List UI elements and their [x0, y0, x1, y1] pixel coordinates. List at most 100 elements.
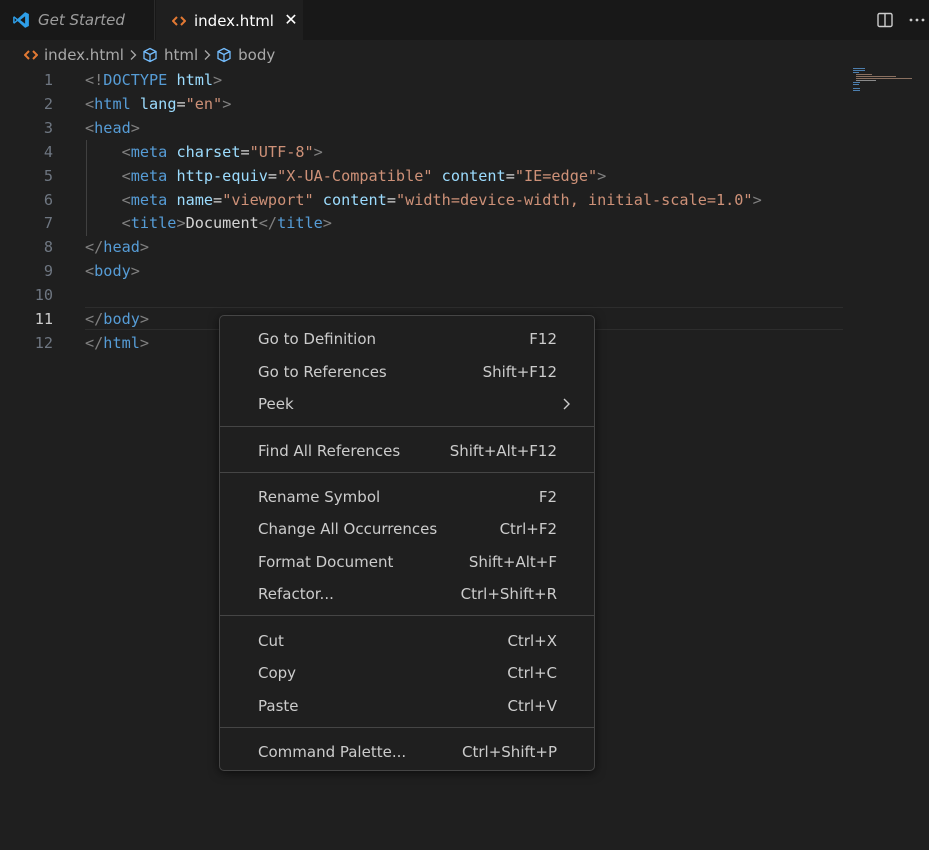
line-code: <meta http-equiv="X-UA-Compatible" conte…	[85, 164, 607, 188]
menu-item-refactor[interactable]: Refactor... Ctrl+Shift+R	[220, 580, 594, 608]
code-token: head	[103, 238, 140, 257]
minimap[interactable]	[852, 67, 912, 97]
code-line[interactable]: 9 <body>	[0, 259, 845, 283]
code-line[interactable]: 8 </head>	[0, 235, 845, 259]
code-token: meta	[130, 166, 168, 185]
menu-item-command-palette[interactable]: Command Palette... Ctrl+Shift+P	[220, 738, 594, 766]
line-code: </body>	[85, 307, 149, 331]
breadcrumb-item-file[interactable]: index.html	[24, 46, 124, 64]
code-token: content	[322, 190, 387, 209]
menu-item-shortcut: Ctrl+V	[507, 697, 557, 715]
code-token: "IE=edge"	[514, 166, 598, 185]
code-token: html	[103, 333, 140, 352]
line-number: 11	[34, 310, 53, 328]
code-line[interactable]: 7 <title>Document</title>	[0, 211, 845, 235]
menu-item-find-all-references[interactable]: Find All References Shift+Alt+F12	[220, 437, 594, 465]
menu-item-cut[interactable]: Cut Ctrl+X	[220, 627, 594, 655]
code-token: =	[386, 190, 396, 209]
menu-item-rename-symbol[interactable]: Rename Symbol F2	[220, 483, 594, 511]
code-token: "UTF-8"	[249, 142, 314, 161]
code-line[interactable]: 5 <meta http-equiv="X-UA-Compatible" con…	[0, 164, 845, 188]
code-line[interactable]: 10	[0, 283, 845, 307]
breadcrumb-item-body[interactable]: body	[216, 46, 275, 64]
code-line[interactable]: 1 <!DOCTYPE html>	[0, 68, 845, 92]
context-menu: Go to Definition F12 Go to References Shift…	[219, 315, 595, 771]
code-line[interactable]: 6 <meta name="viewport" content="width=d…	[0, 188, 845, 212]
code-token: >	[322, 214, 332, 233]
code-token: <	[121, 142, 131, 161]
breadcrumb-item-html[interactable]: html	[142, 46, 198, 64]
code-token: body	[94, 262, 131, 281]
line-number: 6	[43, 190, 53, 209]
breadcrumb-label: body	[238, 46, 276, 64]
line-code: <body>	[85, 259, 140, 283]
menu-item-label: Paste	[258, 697, 299, 715]
code-token: <	[121, 190, 131, 209]
code-token: title	[277, 214, 323, 233]
menu-item-label: Copy	[258, 664, 297, 682]
code-token: =	[505, 166, 515, 185]
code-token: content	[441, 166, 506, 185]
code-token: >	[139, 238, 150, 257]
chevron-right-icon	[561, 397, 571, 411]
code-token: >	[130, 118, 140, 137]
menu-item-copy[interactable]: Copy Ctrl+C	[220, 659, 594, 687]
code-token: "width=device-width, initial-scale=1.0"	[395, 190, 753, 209]
code-token: </	[85, 333, 104, 352]
menu-item-paste[interactable]: Paste Ctrl+V	[220, 692, 594, 720]
code-token: =	[213, 190, 223, 209]
code-token: =	[240, 142, 250, 161]
menu-separator	[220, 426, 594, 427]
code-token: "en"	[185, 94, 223, 113]
vscode-logo-icon	[12, 11, 30, 29]
symbol-cube-icon	[216, 47, 232, 63]
line-code: <meta name="viewport" content="width=dev…	[85, 188, 762, 212]
chevron-right-icon	[203, 49, 211, 61]
tab-label: index.html	[194, 11, 274, 30]
line-number: 5	[43, 166, 53, 185]
menu-item-label: Rename Symbol	[258, 488, 381, 506]
symbol-cube-icon	[142, 47, 158, 63]
line-number: 12	[34, 333, 53, 352]
code-token: html	[94, 94, 131, 113]
menu-item-peek[interactable]: Peek	[220, 390, 594, 418]
menu-item-go-to-references[interactable]: Go to References Shift+F12	[220, 358, 594, 386]
code-token: title	[130, 214, 177, 233]
menu-item-shortcut: Ctrl+X	[507, 632, 557, 650]
code-token: DOCTYPE	[103, 71, 168, 89]
menu-item-label: Find All References	[258, 442, 401, 460]
code-line[interactable]: 3 <head>	[0, 116, 845, 140]
code-token: <	[121, 166, 131, 185]
line-number: 9	[43, 262, 53, 281]
more-actions-icon[interactable]	[907, 10, 927, 30]
code-line[interactable]: 4 <meta charset="UTF-8">	[0, 140, 845, 164]
code-line[interactable]: 2 <html lang="en">	[0, 92, 845, 116]
tab-index-html[interactable]: index.html ✕	[156, 0, 303, 40]
menu-item-format-document[interactable]: Format Document Shift+Alt+F	[220, 548, 594, 576]
line-number: 7	[43, 214, 53, 233]
line-number: 3	[43, 118, 53, 137]
code-token: <!	[85, 71, 104, 89]
line-code: <html lang="en">	[85, 92, 231, 116]
menu-item-change-all-occurrences[interactable]: Change All Occurrences Ctrl+F2	[220, 515, 594, 543]
code-token: name	[176, 190, 214, 209]
split-editor-icon[interactable]	[875, 10, 895, 30]
close-icon[interactable]: ✕	[282, 11, 300, 29]
code-token: <	[85, 94, 95, 113]
menu-item-label: Format Document	[258, 553, 394, 571]
code-token: =	[267, 166, 278, 185]
menu-item-label: Refactor...	[258, 585, 334, 603]
menu-item-label: Change All Occurrences	[258, 520, 438, 538]
code-token: </	[85, 238, 104, 257]
line-code: <head>	[85, 116, 140, 140]
menu-item-shortcut: F12	[529, 330, 557, 348]
code-token: >	[139, 310, 150, 328]
line-number: 1	[43, 71, 53, 89]
menu-item-go-to-definition[interactable]: Go to Definition F12	[220, 325, 594, 353]
menu-separator	[220, 727, 594, 728]
tab-get-started[interactable]: Get Started	[0, 0, 155, 40]
code-token: <	[85, 118, 95, 137]
